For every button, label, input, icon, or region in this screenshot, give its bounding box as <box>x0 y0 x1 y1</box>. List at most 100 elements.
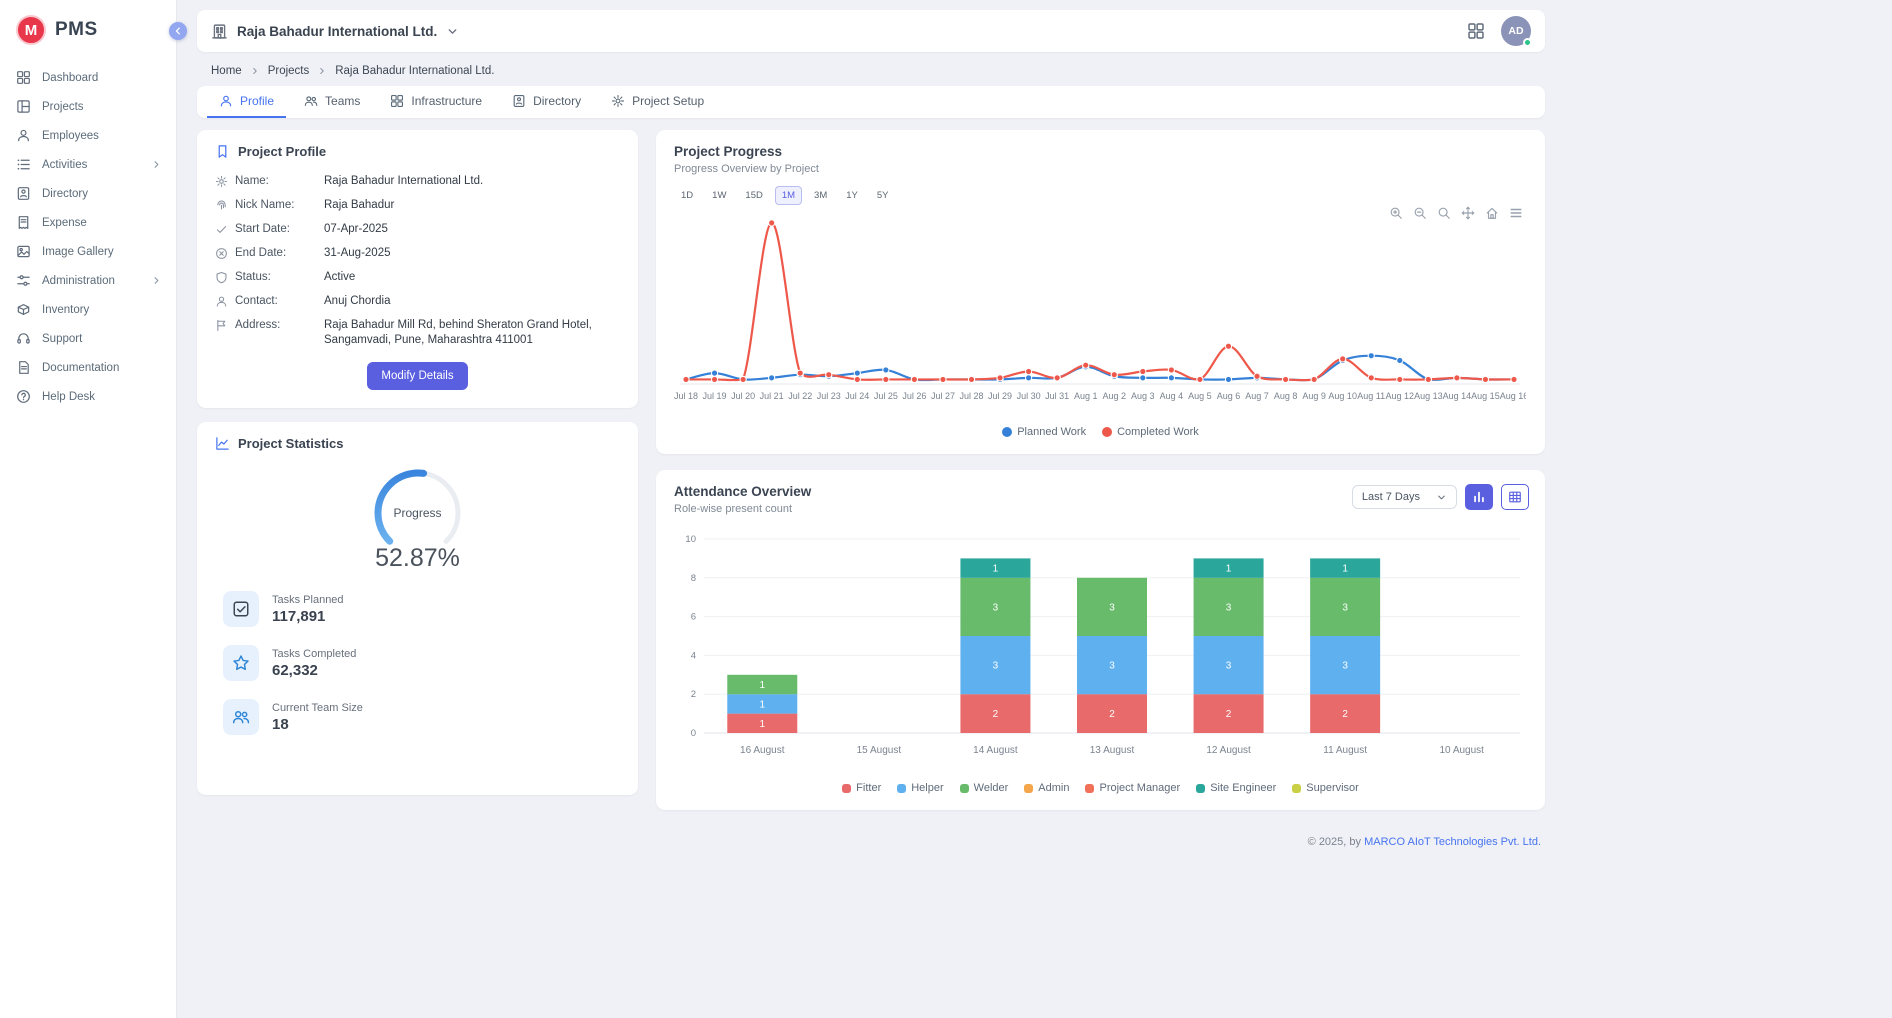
sidebar-item-expense[interactable]: Expense <box>0 208 176 237</box>
range-3m-button[interactable]: 3M <box>807 186 834 205</box>
left-column: Project Profile Name:Raja Bahadur Intern… <box>197 130 638 795</box>
line-chart-legend: Planned Work Completed Work <box>674 426 1527 438</box>
star-icon <box>223 645 259 681</box>
inventory-icon <box>16 302 31 317</box>
svg-text:Jul 28: Jul 28 <box>960 391 984 401</box>
sidebar-item-administration[interactable]: Administration <box>0 266 176 295</box>
sidebar-item-projects[interactable]: Projects <box>0 92 176 121</box>
sidebar-item-directory[interactable]: Directory <box>0 179 176 208</box>
range-1y-button[interactable]: 1Y <box>839 186 865 205</box>
zoom-in-icon[interactable] <box>1389 206 1403 220</box>
sidebar-item-label: Dashboard <box>42 72 162 84</box>
breadcrumb-item-projects[interactable]: Projects <box>268 65 310 77</box>
sidebar-item-label: Activities <box>42 159 140 171</box>
tab-label: Infrastructure <box>411 94 482 108</box>
top-header: Raja Bahadur International Ltd. AD <box>197 10 1545 52</box>
sidebar-item-label: Support <box>42 333 162 345</box>
range-5y-button[interactable]: 5Y <box>870 186 896 205</box>
footer-company-link[interactable]: MARCO AIoT Technologies Pvt. Ltd. <box>1364 836 1541 848</box>
legend-fitter[interactable]: Fitter <box>842 782 881 794</box>
field-label-address: Address: <box>215 318 318 333</box>
legend-admin[interactable]: Admin <box>1024 782 1069 794</box>
project-profile-card: Project Profile Name:Raja Bahadur Intern… <box>197 130 638 408</box>
chevron-left-icon <box>173 26 183 36</box>
field-value: Raja Bahadur <box>324 198 620 213</box>
sidebar-item-support[interactable]: Support <box>0 324 176 353</box>
svg-text:Jul 27: Jul 27 <box>931 391 955 401</box>
tab-project-setup[interactable]: Project Setup <box>599 86 716 118</box>
legend-site-engineer[interactable]: Site Engineer <box>1196 782 1276 794</box>
sidebar-item-image-gallery[interactable]: Image Gallery <box>0 237 176 266</box>
svg-text:0: 0 <box>691 728 696 739</box>
user-avatar[interactable]: AD <box>1501 16 1531 46</box>
sidebar-item-documentation[interactable]: Documentation <box>0 353 176 382</box>
sidebar-item-label: Directory <box>42 188 162 200</box>
tab-profile[interactable]: Profile <box>207 86 286 118</box>
svg-text:3: 3 <box>1109 602 1115 613</box>
svg-text:2: 2 <box>1226 709 1232 720</box>
breadcrumb-item-home[interactable]: Home <box>211 65 242 77</box>
bar-view-button[interactable] <box>1465 484 1493 510</box>
range-1w-button[interactable]: 1W <box>705 186 733 205</box>
svg-text:14 August: 14 August <box>973 745 1018 756</box>
sidebar-collapse-button[interactable] <box>169 22 187 40</box>
menu-icon[interactable] <box>1509 206 1523 220</box>
tab-teams[interactable]: Teams <box>292 86 372 118</box>
svg-text:6: 6 <box>691 612 696 623</box>
svg-text:Aug 3: Aug 3 <box>1131 391 1155 401</box>
chart-toolbar <box>1389 206 1523 220</box>
range-15d-button[interactable]: 15D <box>738 186 769 205</box>
sidebar-item-label: Administration <box>42 275 140 287</box>
help-desk-icon <box>16 389 31 404</box>
sidebar-item-employees[interactable]: Employees <box>0 121 176 150</box>
legend-completed-work[interactable]: Completed Work <box>1102 426 1199 438</box>
legend-planned-work[interactable]: Planned Work <box>1002 426 1086 438</box>
chart-line-icon <box>215 436 230 451</box>
legend-supervisor[interactable]: Supervisor <box>1292 782 1359 794</box>
tab-label: Profile <box>240 94 274 108</box>
stat-tasks-planned: Tasks Planned117,891 <box>215 591 620 627</box>
legend-project-manager[interactable]: Project Manager <box>1085 782 1180 794</box>
legend-helper[interactable]: Helper <box>897 782 943 794</box>
pan-icon[interactable] <box>1461 206 1475 220</box>
modify-details-button[interactable]: Modify Details <box>367 362 467 390</box>
svg-text:1: 1 <box>760 680 766 691</box>
range-1m-button[interactable]: 1M <box>775 186 802 205</box>
avatar-initials: AD <box>1508 25 1523 37</box>
app-logo[interactable]: M PMS <box>0 0 176 63</box>
apps-grid-icon <box>1467 22 1485 40</box>
sidebar-item-label: Employees <box>42 130 162 142</box>
zoom-out-icon[interactable] <box>1413 206 1427 220</box>
project-progress-card: Project Progress Progress Overview by Pr… <box>656 130 1545 454</box>
sidebar-item-activities[interactable]: Activities <box>0 150 176 179</box>
expense-icon <box>16 215 31 230</box>
svg-text:2: 2 <box>993 709 999 720</box>
bookmark-icon <box>215 144 230 159</box>
range-1d-button[interactable]: 1D <box>674 186 700 205</box>
svg-text:Aug 10: Aug 10 <box>1328 391 1357 401</box>
chevron-right-icon <box>151 275 162 286</box>
home-icon[interactable] <box>1485 206 1499 220</box>
svg-text:Aug 12: Aug 12 <box>1386 391 1415 401</box>
selection-icon[interactable] <box>1437 206 1451 220</box>
svg-text:Jul 23: Jul 23 <box>817 391 841 401</box>
chevron-right-icon <box>151 159 162 170</box>
field-value: Active <box>324 270 620 285</box>
company-switcher[interactable]: Raja Bahadur International Ltd. <box>211 23 459 40</box>
sidebar-item-help-desk[interactable]: Help Desk <box>0 382 176 411</box>
legend-welder[interactable]: Welder <box>960 782 1009 794</box>
attendance-chart[interactable]: 024681011116 August15 August233114 Augus… <box>674 529 1526 777</box>
svg-text:Aug 11: Aug 11 <box>1357 391 1385 401</box>
apps-grid-button[interactable] <box>1467 22 1485 40</box>
date-range-select[interactable]: Last 7 Days <box>1352 485 1457 509</box>
project-progress-chart[interactable]: Jul 18Jul 19Jul 20Jul 21Jul 22Jul 23Jul … <box>674 209 1526 421</box>
table-view-button[interactable] <box>1501 484 1529 510</box>
sidebar-item-label: Image Gallery <box>42 246 162 258</box>
tab-directory[interactable]: Directory <box>500 86 593 118</box>
sidebar-item-inventory[interactable]: Inventory <box>0 295 176 324</box>
documentation-icon <box>16 360 31 375</box>
svg-text:3: 3 <box>993 661 999 672</box>
sidebar-item-dashboard[interactable]: Dashboard <box>0 63 176 92</box>
tab-label: Directory <box>533 94 581 108</box>
tab-infrastructure[interactable]: Infrastructure <box>378 86 494 118</box>
